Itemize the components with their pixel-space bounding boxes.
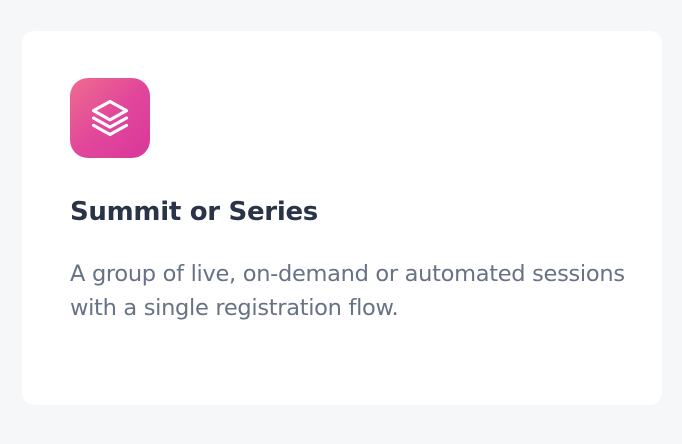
card-description: A group of live, on-demand or automated … — [70, 261, 625, 321]
stack-layers-icon — [91, 99, 129, 137]
card-title: Summit or Series — [70, 197, 318, 227]
icon-tile — [70, 78, 150, 158]
event-type-card[interactable]: Summit or Series A group of live, on-dem… — [22, 31, 662, 405]
